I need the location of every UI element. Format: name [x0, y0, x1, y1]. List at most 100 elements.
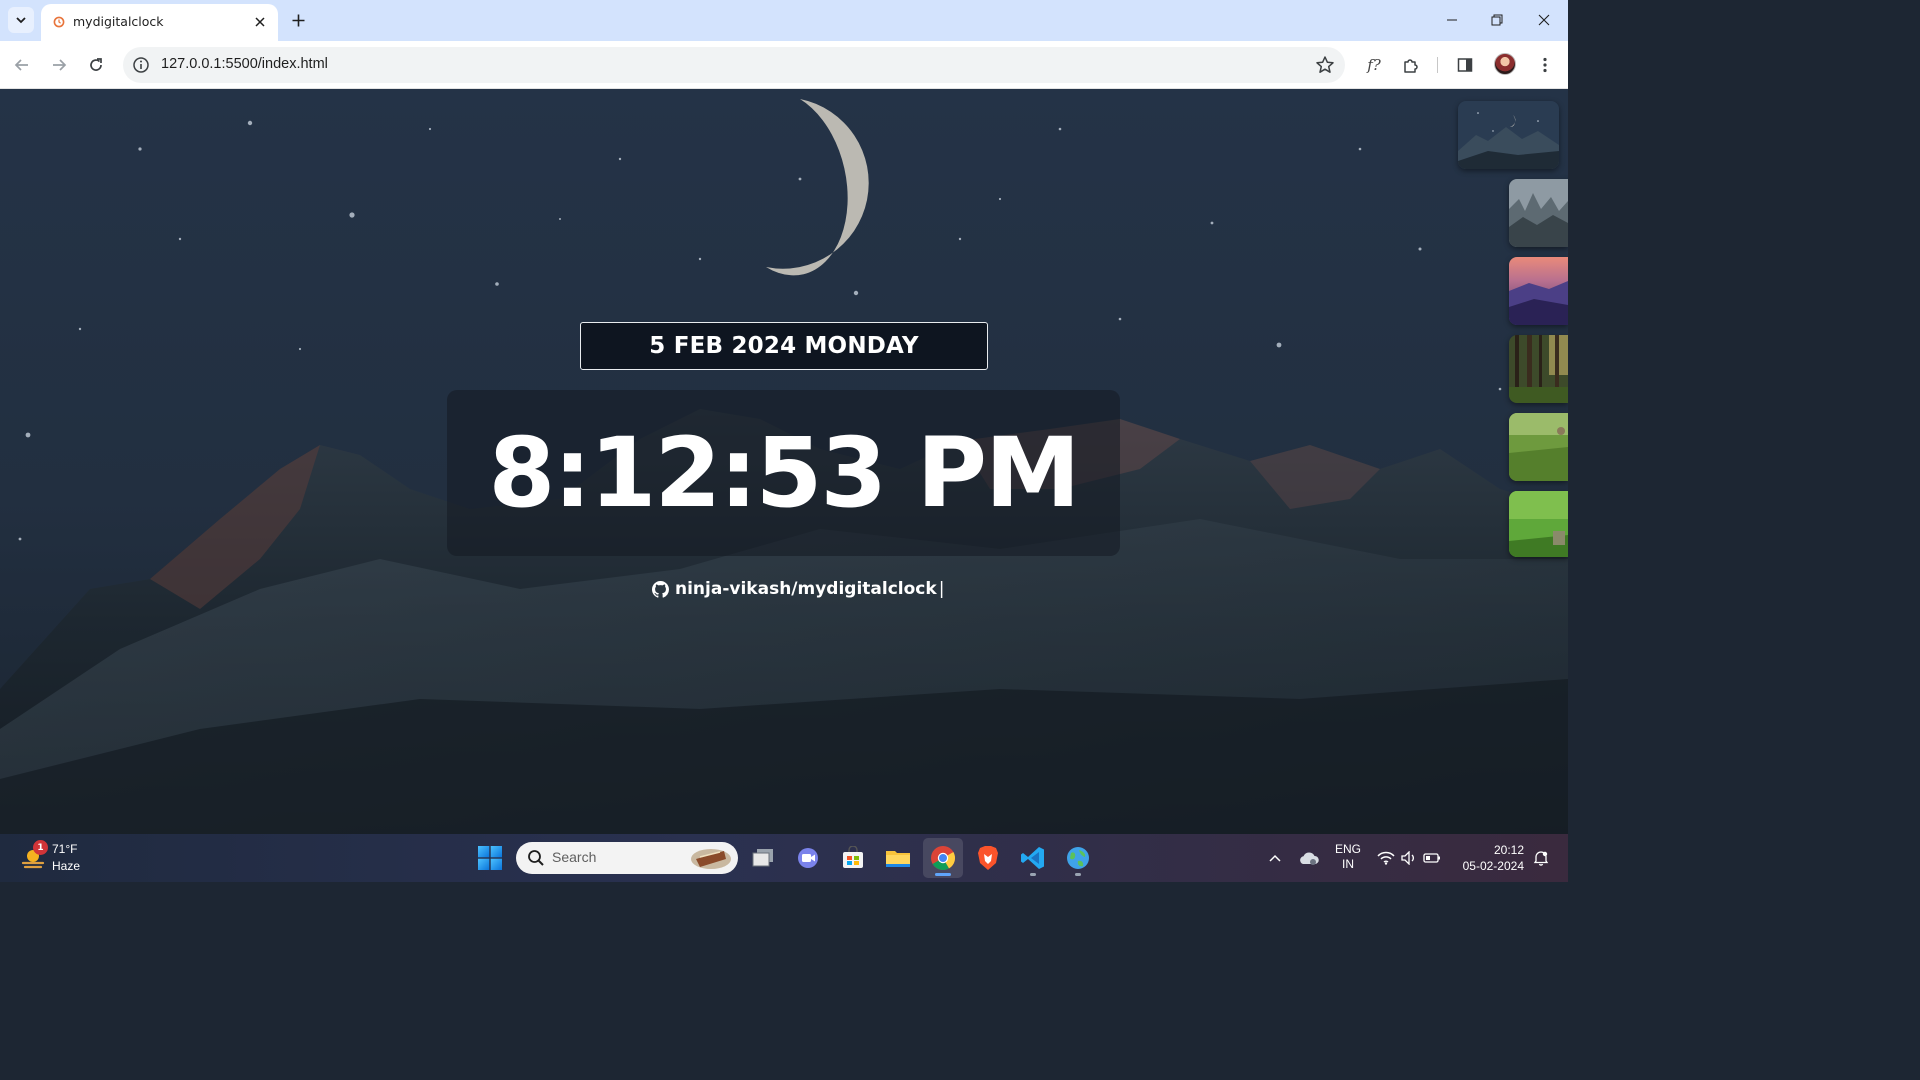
page-content: 5 FEB 2024 MONDAY 8:12:53 PM ninja-vikas… [0, 89, 1568, 834]
wallpaper-thumb-misty-forest[interactable] [1509, 179, 1568, 247]
wallpaper-thumb-night-mountain[interactable] [1458, 101, 1559, 169]
fx-icon: f? [1367, 56, 1381, 74]
globe-icon [1067, 847, 1089, 869]
wallpaper-thumb-purple-sunset[interactable] [1509, 257, 1568, 325]
minimize-button[interactable] [1440, 8, 1464, 32]
green-meadow-thumbnail [1509, 413, 1568, 481]
system-time: 20:12 [1493, 843, 1524, 857]
profile-avatar[interactable] [1494, 53, 1516, 75]
address-bar[interactable]: 127.0.0.1:5500/index.html [123, 47, 1345, 83]
system-clock[interactable]: 20:12 05-02-2024 [1452, 842, 1524, 874]
weather-condition: Haze [52, 859, 81, 873]
wallpaper-thumb-forest-trees[interactable] [1509, 335, 1568, 403]
task-view-icon [752, 849, 773, 867]
misty-forest-thumbnail [1509, 179, 1568, 247]
back-button[interactable] [10, 53, 34, 77]
wallpaper-thumb-green-field[interactable] [1509, 491, 1568, 557]
system-date: 05-02-2024 [1462, 859, 1524, 873]
taskbar-globe-app[interactable] [1058, 838, 1098, 878]
volume-icon [1401, 851, 1414, 865]
close-icon [1538, 14, 1550, 26]
wifi-icon [1377, 851, 1395, 865]
night-mountain-thumbnail [1458, 101, 1559, 169]
purple-sunset-thumbnail [1509, 257, 1568, 325]
green-field-thumbnail [1509, 491, 1568, 557]
brave-icon [978, 846, 998, 870]
search-label: Search [552, 849, 597, 865]
menu-icon [1543, 57, 1547, 73]
side-panel-button[interactable] [1453, 53, 1477, 77]
store-icon [843, 846, 863, 868]
github-link[interactable]: ninja-vikash/mydigitalclock | [652, 577, 944, 601]
taskbar-chrome[interactable] [923, 838, 963, 878]
forward-icon [53, 59, 67, 71]
info-icon[interactable] [132, 56, 150, 74]
plus-icon [292, 14, 304, 26]
notification-icon [1533, 851, 1549, 866]
running-indicator [1075, 873, 1081, 876]
restore-icon [1491, 14, 1503, 26]
url-text[interactable]: 127.0.0.1:5500/index.html [161, 56, 328, 72]
github-icon [652, 580, 669, 598]
favicon-icon [53, 16, 65, 28]
browser-tab-bar: mydigitalclock [0, 0, 1568, 41]
taskbar-teams[interactable] [788, 838, 828, 878]
extensions-button[interactable] [1399, 53, 1423, 77]
back-icon [14, 59, 28, 71]
extensions-icon [1404, 59, 1418, 73]
fx-extension-button[interactable]: f? [1362, 53, 1386, 77]
sidepanel-icon [1457, 58, 1473, 72]
taskbar-store[interactable] [833, 838, 873, 878]
chrome-icon [931, 846, 956, 871]
windows-start-icon[interactable] [478, 846, 502, 870]
quick-settings[interactable] [1374, 842, 1444, 874]
battery-icon [1423, 853, 1440, 863]
browser-tab[interactable]: mydigitalclock [41, 4, 278, 41]
cloud-icon [1300, 852, 1319, 865]
show-hidden-icons-button[interactable] [1264, 842, 1286, 874]
language-code: ENG [1334, 842, 1361, 856]
browser-menu-button[interactable] [1533, 53, 1557, 77]
browser-toolbar: 127.0.0.1:5500/index.html f? [0, 41, 1568, 89]
wallpaper-thumb-green-meadow[interactable] [1509, 413, 1568, 481]
date-display: 5 FEB 2024 MONDAY [580, 322, 988, 370]
typing-cursor: | [938, 579, 945, 599]
minimize-icon [1447, 19, 1457, 21]
tab-close-button[interactable] [252, 14, 268, 30]
active-indicator [935, 873, 951, 876]
teams-icon [798, 848, 818, 868]
folder-icon [886, 851, 910, 867]
close-icon [255, 17, 265, 27]
taskbar-file-explorer[interactable] [878, 838, 918, 878]
restore-button[interactable] [1485, 8, 1509, 32]
weather-badge: 1 [33, 840, 48, 855]
tab-search-button[interactable] [8, 7, 34, 33]
tab-title: mydigitalclock [73, 14, 164, 29]
forest-trees-thumbnail [1509, 335, 1568, 403]
running-indicator [1030, 873, 1036, 876]
star-icon[interactable] [1315, 55, 1335, 75]
notifications-button[interactable] [1530, 842, 1552, 874]
vscode-icon [1021, 847, 1044, 869]
forward-button[interactable] [47, 53, 71, 77]
github-link-text[interactable]: ninja-vikash/mydigitalclock [675, 579, 937, 599]
region-code: IN [1342, 857, 1354, 871]
search-highlight-icon [691, 849, 731, 869]
reload-icon [90, 58, 102, 71]
reload-button[interactable] [84, 53, 108, 77]
taskbar: 1 71°F Haze Search ENG IN 20:12 05-02-20… [0, 834, 1568, 882]
language-indicator[interactable]: ENG IN [1333, 842, 1363, 872]
new-tab-button[interactable] [288, 10, 308, 30]
taskbar-vscode[interactable] [1013, 838, 1053, 878]
taskbar-task-view[interactable] [743, 838, 783, 878]
search-icon [528, 850, 544, 866]
onedrive-button[interactable] [1296, 842, 1322, 874]
close-window-button[interactable] [1532, 8, 1556, 32]
toolbar-divider [1437, 57, 1438, 73]
date-text: 5 FEB 2024 MONDAY [649, 333, 919, 359]
weather-widget[interactable]: 1 71°F Haze [16, 839, 106, 877]
weather-temp: 71°F [52, 842, 78, 856]
clock-display: 8:12:53 PM [447, 390, 1120, 556]
taskbar-brave[interactable] [968, 838, 1008, 878]
taskbar-search[interactable]: Search [516, 842, 738, 874]
